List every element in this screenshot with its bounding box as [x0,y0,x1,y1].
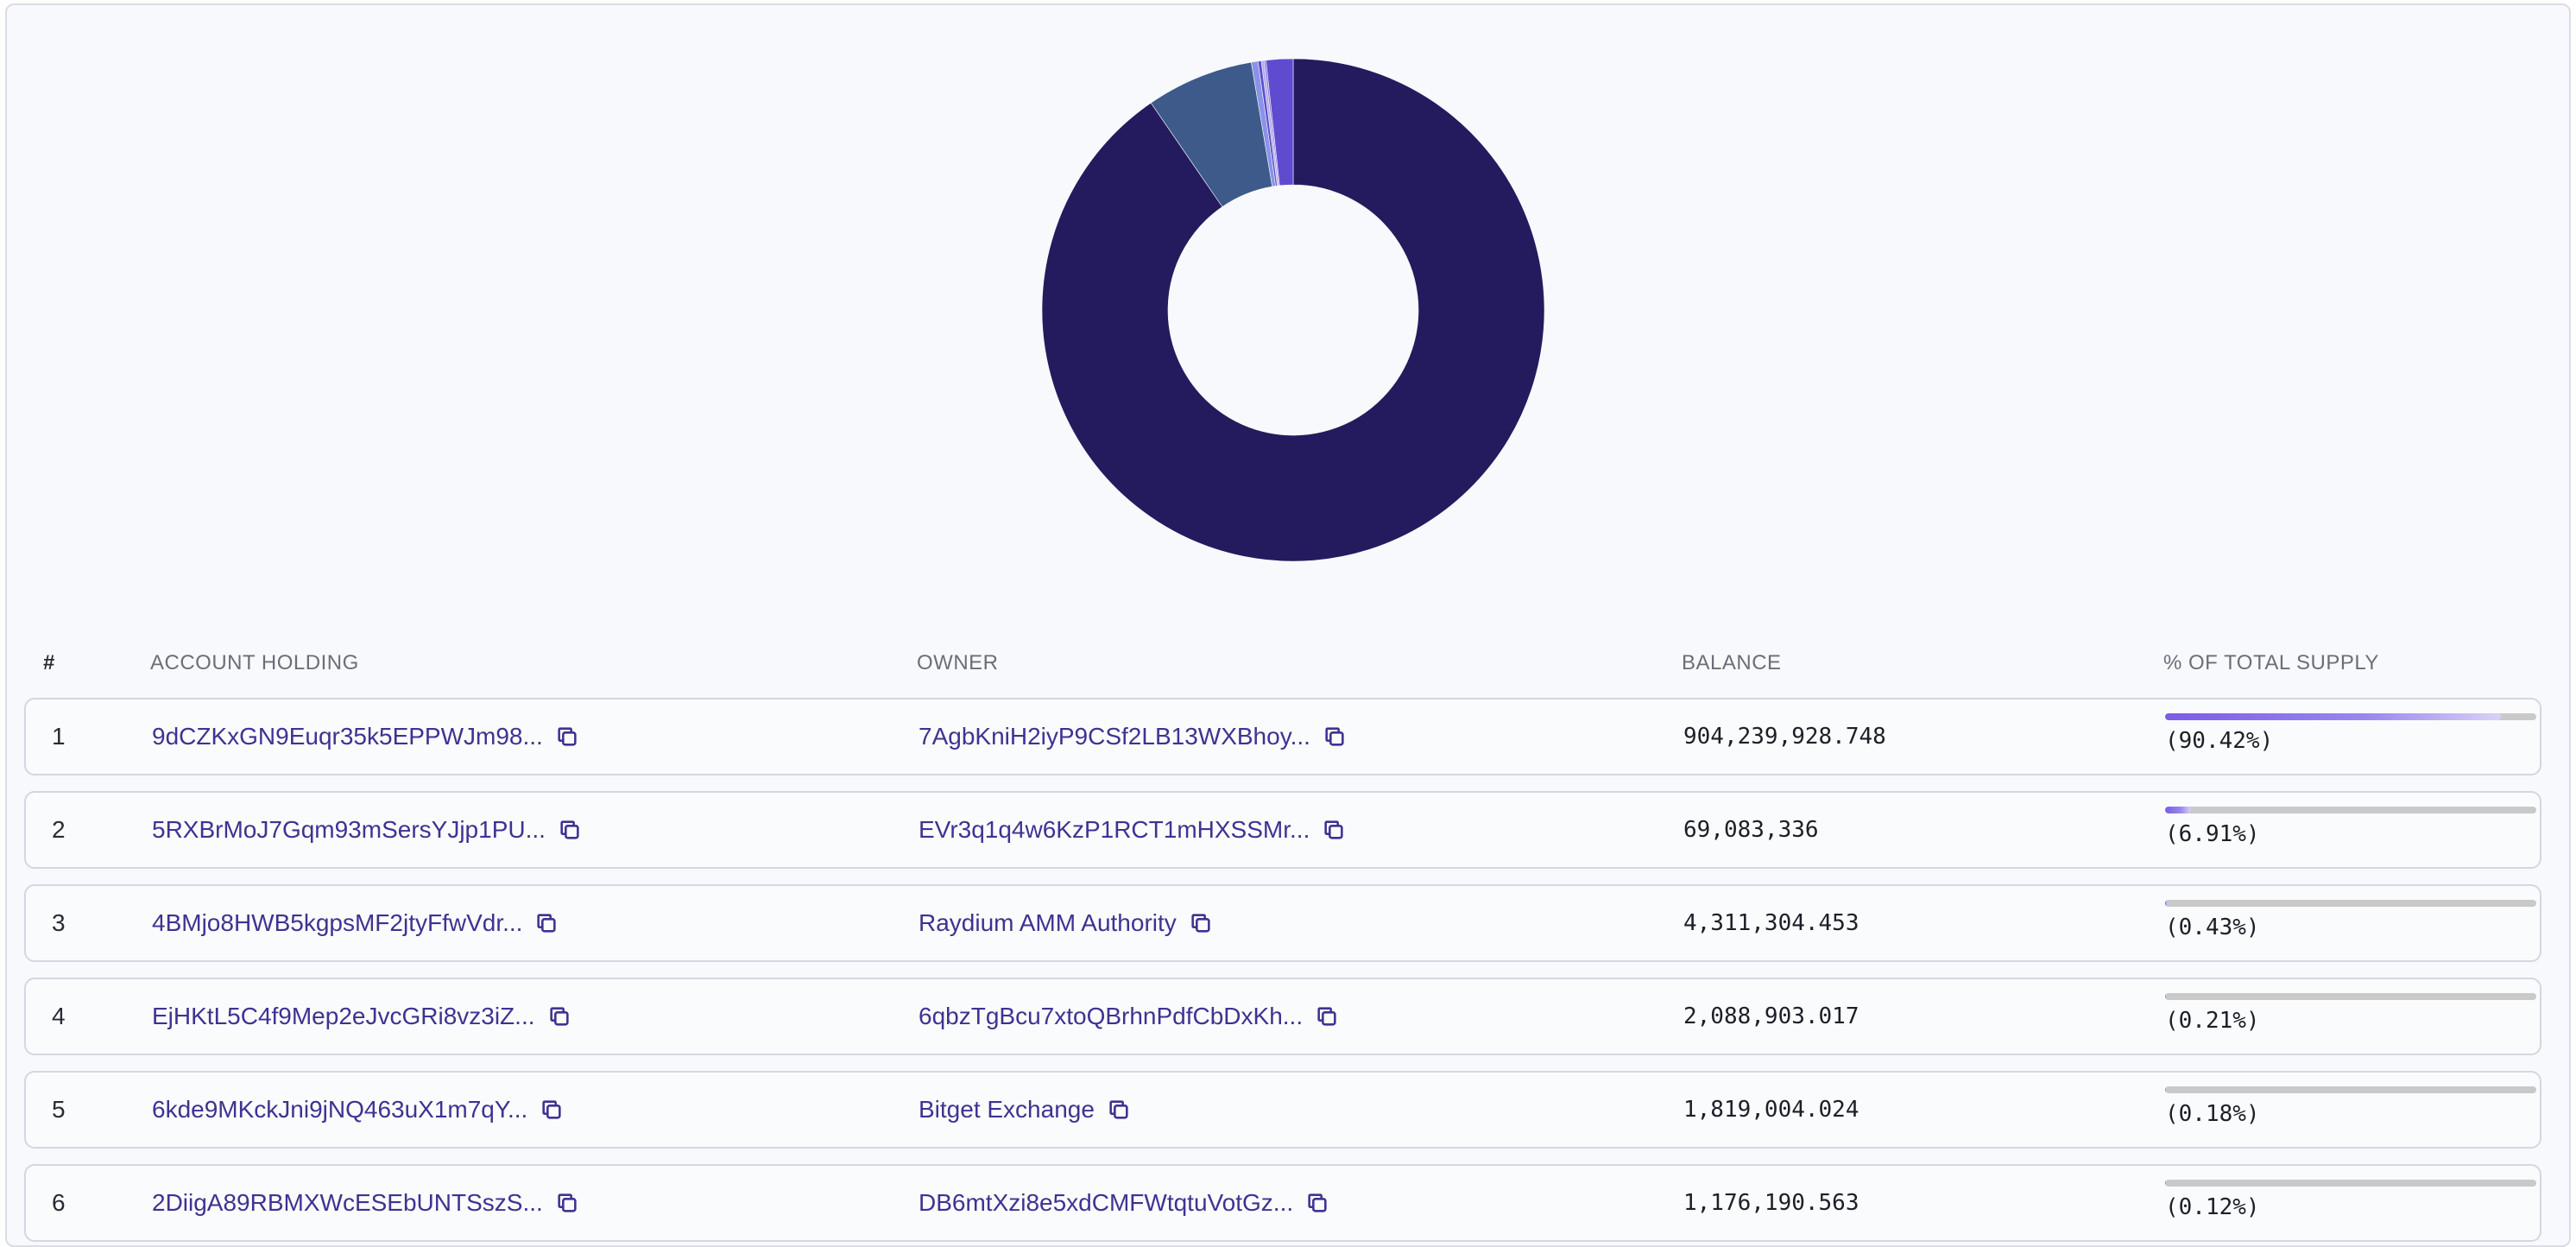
copy-icon[interactable] [1189,911,1213,935]
copy-icon[interactable] [534,911,559,935]
header-rank: # [43,651,55,674]
account-link[interactable]: 9dCZKxGN9Euqr35k5EPPWJm98... [152,699,543,774]
account-link[interactable]: 4BMjo8HWB5kgpsMF2jtyFfwVdr... [152,886,522,960]
header-account-holding: ACCOUNT HOLDING [150,651,359,674]
row-rank: 4 [52,1003,66,1029]
row-rank: 3 [52,909,66,936]
account-link[interactable]: 2DiigA89RBMXWcESEbUNTSszS... [152,1166,543,1240]
supply-bar-fill [2165,807,2191,813]
percent-supply-cell: (0.12%) [2165,1166,2536,1240]
row-rank: 5 [52,1096,66,1123]
supply-bar-fill [2165,713,2501,720]
supply-bar-track [2165,807,2536,813]
table-row[interactable]: 2 5RXBrMoJ7Gqm93mSersYJjp1PU... EVr3q1q4w6… [24,791,2541,869]
percent-value: (0.43%) [2165,915,2260,940]
percent-value: (0.21%) [2165,1008,2260,1034]
copy-icon[interactable] [540,1098,564,1122]
owner-link[interactable]: 6qbzTgBcu7xtoQBrhnPdfCbDxKh... [919,979,1303,1054]
table-row[interactable]: 5 6kde9MKckJni9jNQ463uX1m7qY... Bitget Exc… [24,1071,2541,1149]
table-row[interactable]: 1 9dCZKxGN9Euqr35k5EPPWJm98... 7AgbKniH2iy… [24,698,2541,775]
header-percent-supply: % OF TOTAL SUPPLY [2163,651,2379,674]
copy-icon[interactable] [555,1191,579,1215]
account-link[interactable]: 6kde9MKckJni9jNQ463uX1m7qY... [152,1073,527,1147]
account-link[interactable]: 5RXBrMoJ7Gqm93mSersYJjp1PU... [152,793,546,867]
owner-cell: Bitget Exchange [919,1073,1131,1147]
supply-bar-track [2165,1180,2536,1187]
row-rank: 1 [52,723,66,750]
balance-value: 4,311,304.453 [1683,910,1859,936]
percent-supply-cell: (90.42%) [2165,699,2536,774]
balance-value: 69,083,336 [1683,817,1819,843]
copy-icon[interactable] [558,818,582,842]
supply-bar-fill [2165,1180,2166,1187]
supply-bar-fill [2165,993,2166,1000]
balance-value: 1,176,190.563 [1683,1190,1859,1216]
owner-link[interactable]: Bitget Exchange [919,1073,1095,1147]
supply-bar-track [2165,993,2536,1000]
owner-cell: DB6mtXzi8e5xdCMFWtqtuVotGz... [919,1166,1329,1240]
supply-bar-track [2165,900,2536,907]
percent-supply-cell: (0.21%) [2165,979,2536,1054]
copy-icon[interactable] [1107,1098,1131,1122]
table-row[interactable]: 4 EjHKtL5C4f9Mep2eJvcGRi8vz3iZ... 6qbzTgBc… [24,978,2541,1055]
table-header: # ACCOUNT HOLDING OWNER BALANCE % OF TOT… [7,651,2569,686]
percent-value: (0.18%) [2165,1101,2260,1127]
account-holding-cell: 6kde9MKckJni9jNQ463uX1m7qY... [152,1073,564,1147]
copy-icon[interactable] [1315,1004,1339,1029]
percent-value: (6.91%) [2165,821,2260,847]
copy-icon[interactable] [555,725,579,749]
copy-icon[interactable] [1323,725,1347,749]
account-holding-cell: EjHKtL5C4f9Mep2eJvcGRi8vz3iZ... [152,979,571,1054]
row-rank: 2 [52,816,66,843]
supply-bar-fill [2165,900,2167,907]
owner-link[interactable]: 7AgbKniH2iyP9CSf2LB13WXBhoy... [919,699,1310,774]
account-link[interactable]: EjHKtL5C4f9Mep2eJvcGRi8vz3iZ... [152,979,535,1054]
owner-link[interactable]: DB6mtXzi8e5xdCMFWtqtuVotGz... [919,1166,1293,1240]
owner-cell: 6qbzTgBcu7xtoQBrhnPdfCbDxKh... [919,979,1339,1054]
header-balance: BALANCE [1682,651,1782,674]
copy-icon[interactable] [1322,818,1346,842]
holders-donut-chart [1040,57,1546,563]
supply-bar-fill [2165,1086,2166,1093]
table-row[interactable]: 6 2DiigA89RBMXWcESEbUNTSszS... DB6mtXzi8e5… [24,1164,2541,1242]
account-holding-cell: 2DiigA89RBMXWcESEbUNTSszS... [152,1166,579,1240]
owner-link[interactable]: EVr3q1q4w6KzP1RCT1mHXSSMr... [919,793,1310,867]
holders-panel: # ACCOUNT HOLDING OWNER BALANCE % OF TOT… [5,3,2571,1247]
owner-cell: EVr3q1q4w6KzP1RCT1mHXSSMr... [919,793,1346,867]
copy-icon[interactable] [1305,1191,1329,1215]
table-row[interactable]: 3 4BMjo8HWB5kgpsMF2jtyFfwVdr... Raydium AM… [24,884,2541,962]
owner-link[interactable]: Raydium AMM Authority [919,886,1177,960]
supply-bar-track [2165,713,2536,720]
account-holding-cell: 4BMjo8HWB5kgpsMF2jtyFfwVdr... [152,886,559,960]
owner-cell: 7AgbKniH2iyP9CSf2LB13WXBhoy... [919,699,1347,774]
percent-supply-cell: (0.18%) [2165,1073,2536,1147]
supply-bar-track [2165,1086,2536,1093]
owner-cell: Raydium AMM Authority [919,886,1213,960]
percent-supply-cell: (0.43%) [2165,886,2536,960]
percent-value: (0.12%) [2165,1194,2260,1220]
account-holding-cell: 9dCZKxGN9Euqr35k5EPPWJm98... [152,699,579,774]
account-holding-cell: 5RXBrMoJ7Gqm93mSersYJjp1PU... [152,793,582,867]
percent-supply-cell: (6.91%) [2165,793,2536,867]
donut-svg [1041,58,1545,562]
balance-value: 1,819,004.024 [1683,1097,1859,1123]
balance-value: 2,088,903.017 [1683,1003,1859,1029]
row-rank: 6 [52,1189,66,1216]
percent-value: (90.42%) [2165,728,2274,754]
header-owner: OWNER [917,651,999,674]
copy-icon[interactable] [547,1004,571,1029]
balance-value: 904,239,928.748 [1683,724,1886,750]
